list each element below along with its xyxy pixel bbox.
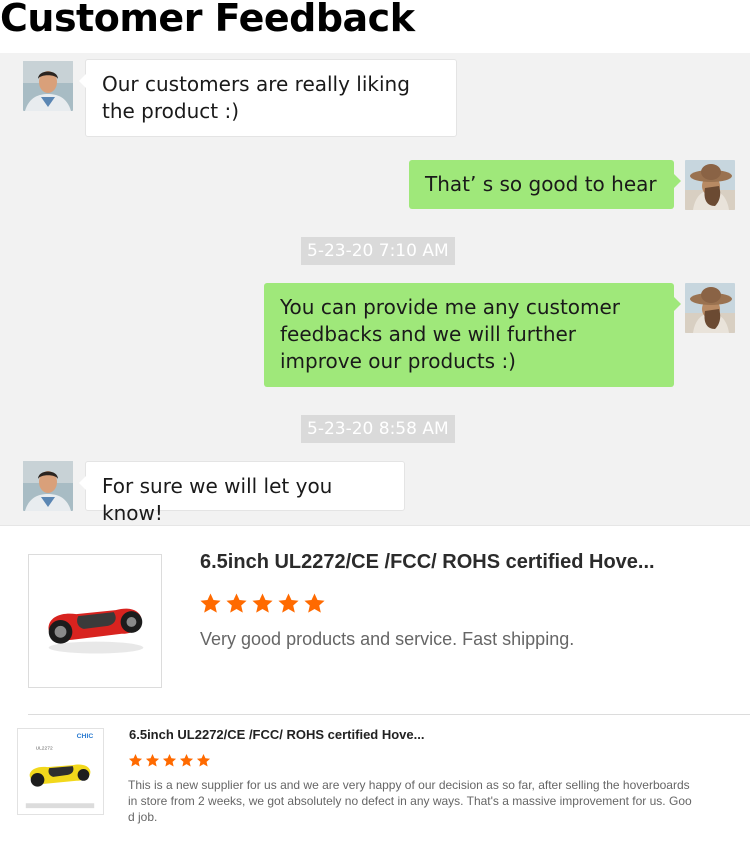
chat-timestamp: 5-23-20 8:58 AM — [301, 415, 455, 443]
rating-stars — [128, 753, 211, 768]
female-avatar[interactable] — [685, 160, 735, 210]
message-text: That’ s so good to hear — [425, 172, 657, 196]
female-avatar[interactable] — [685, 283, 735, 333]
red-hoverboard-image[interactable] — [28, 554, 162, 688]
star-icon — [200, 593, 221, 613]
star-icon — [128, 753, 143, 767]
review-text: This is a new supplier for us and we are… — [128, 778, 692, 824]
chat-timestamp: 5-23-20 7:10 AM — [301, 237, 455, 265]
star-icon — [252, 593, 273, 613]
star-icon — [226, 593, 247, 613]
chat-message-outgoing: You can provide me any customer feedback… — [264, 283, 681, 387]
rating-stars — [199, 592, 326, 615]
male-avatar[interactable] — [23, 461, 73, 511]
review-product-title[interactable]: 6.5inch UL2272/CE /FCC/ ROHS certified H… — [200, 551, 655, 574]
chat-message-incoming: For sure we will let you know! — [79, 461, 405, 525]
star-icon — [304, 593, 325, 613]
yellow-hoverboard-image[interactable]: CHIC UL2272 — [17, 728, 104, 815]
review-product-title[interactable]: 6.5inch UL2272/CE /FCC/ ROHS certified H… — [129, 727, 424, 742]
model-label: UL2272 — [36, 746, 53, 752]
chat-message-outgoing: That’ s so good to hear — [409, 160, 681, 209]
chat-message-incoming: Our customers are really liking the prod… — [79, 59, 457, 137]
star-icon — [179, 753, 194, 767]
star-icon — [196, 753, 211, 767]
review-text: Very good products and service. Fast shi… — [200, 629, 575, 649]
star-icon — [278, 593, 299, 613]
page-title: Customer Feedback — [0, 0, 415, 40]
star-icon — [145, 753, 160, 767]
star-icon — [162, 753, 177, 767]
message-text: Our customers are really liking the prod… — [102, 72, 410, 123]
divider — [28, 714, 750, 715]
message-text: You can provide me any customer feedback… — [280, 295, 621, 373]
brand-label: CHIC — [77, 733, 94, 740]
male-avatar[interactable] — [23, 61, 73, 111]
